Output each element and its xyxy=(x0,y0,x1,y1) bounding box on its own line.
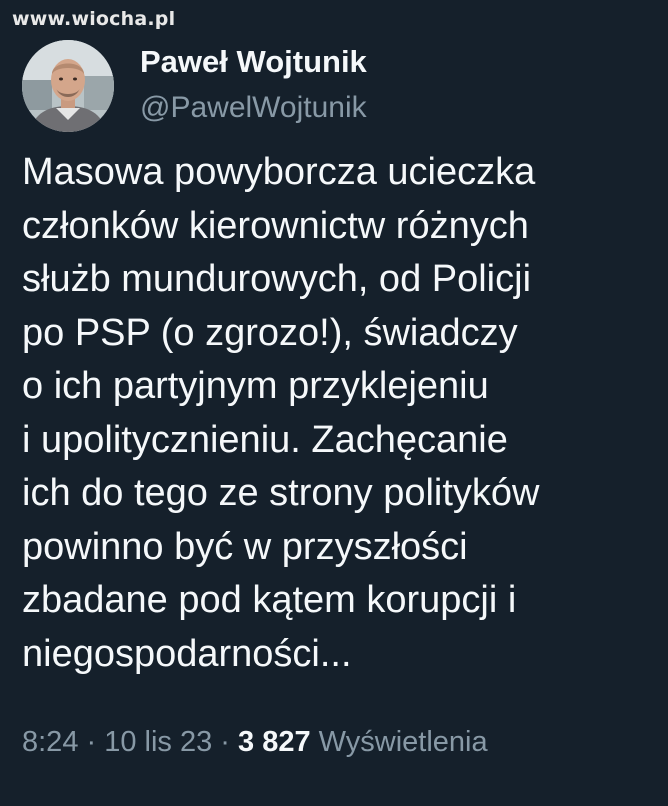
tweet-line: po PSP (o zgrozo!), świadczy xyxy=(22,311,518,354)
author-handle[interactable]: @PawelWojtunik xyxy=(140,91,367,125)
views-label: Wyświetlenia xyxy=(318,726,488,758)
tweet-time[interactable]: 8:24 xyxy=(22,726,78,758)
author-name[interactable]: Paweł Wojtunik xyxy=(140,44,367,80)
tweet-date[interactable]: 10 lis 23 xyxy=(104,726,212,758)
meta-separator: · xyxy=(78,726,105,758)
tweet-line: ich do tego ze strony polityków xyxy=(22,472,540,514)
tweet-line: powinno być w przyszłości xyxy=(22,525,468,568)
tweet-line: o ich partyjnym przyklejeniu xyxy=(22,365,489,407)
avatar-photo xyxy=(22,40,114,132)
tweet-line: i upolitycznieniu. Zachęcanie xyxy=(22,418,508,461)
watermark-text: www.wiocha.pl xyxy=(12,8,176,30)
tweet-line: zbadane pod kątem korupcji i xyxy=(22,579,517,621)
meta-separator: · xyxy=(212,726,239,758)
tweet-line: służb mundurowych, od Policji xyxy=(22,258,532,300)
tweet-meta: 8:24 · 10 lis 23 · 3 827 Wyświetlenia xyxy=(22,726,488,759)
tweet-line: niegospodarności... xyxy=(22,632,352,675)
views-count: 3 827 xyxy=(238,726,311,758)
avatar[interactable] xyxy=(22,40,114,132)
tweet-text: Masowa powyborcza ucieczka członków kier… xyxy=(22,146,662,681)
tweet-line: członków kierownictw różnych xyxy=(22,204,529,247)
tweet-line: Masowa powyborcza ucieczka xyxy=(22,151,536,193)
